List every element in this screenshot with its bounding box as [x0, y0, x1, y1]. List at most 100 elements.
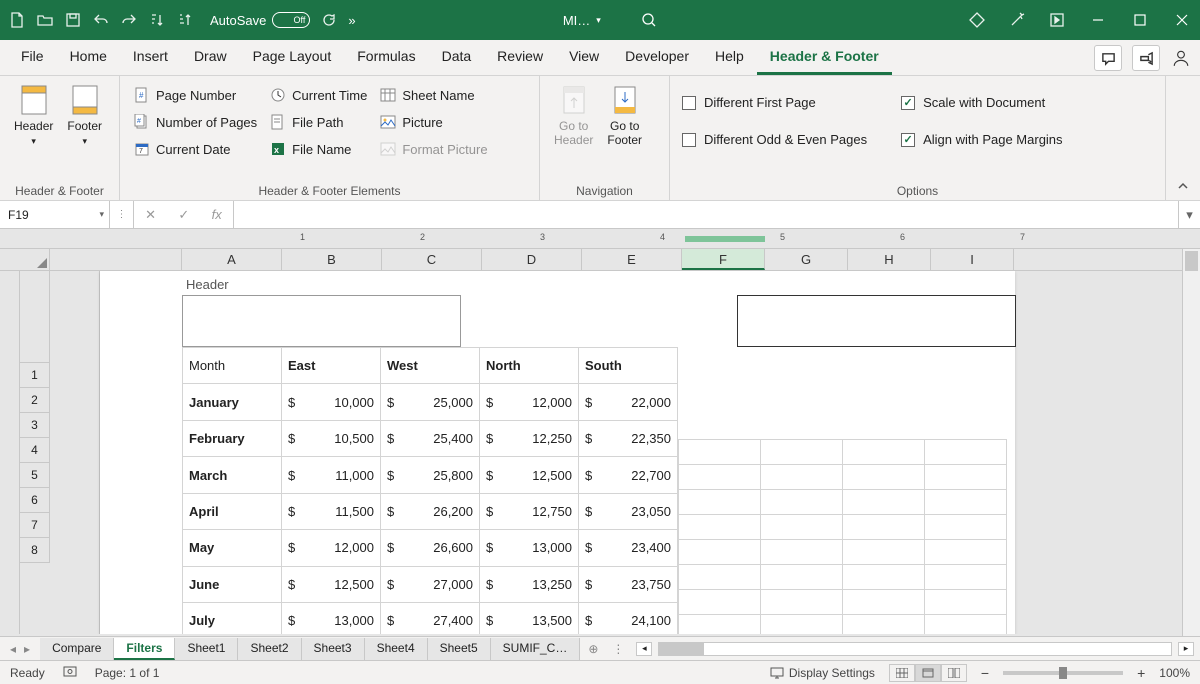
col-H[interactable]: H — [848, 249, 931, 270]
goto-footer-button[interactable]: Go to Footer — [603, 82, 646, 180]
search-box[interactable] — [641, 12, 761, 28]
tab-developer[interactable]: Developer — [612, 40, 702, 75]
comments-button[interactable] — [1094, 45, 1122, 71]
wand-icon[interactable] — [1008, 11, 1026, 29]
tab-review[interactable]: Review — [484, 40, 556, 75]
tab-help[interactable]: Help — [702, 40, 757, 75]
different-first-page-checkbox[interactable]: Different First Page — [680, 92, 869, 113]
save-icon[interactable] — [64, 11, 82, 29]
account-icon[interactable] — [1170, 45, 1192, 71]
horizontal-scrollbar[interactable] — [658, 642, 1172, 656]
header-sections[interactable] — [182, 295, 1015, 347]
number-of-pages-button[interactable]: #Number of Pages — [130, 111, 260, 133]
zoom-slider[interactable] — [1003, 671, 1123, 675]
row-1[interactable]: 1 — [20, 363, 50, 388]
col-I[interactable]: I — [931, 249, 1014, 270]
sheet-nav-next[interactable]: ▸ — [24, 642, 30, 656]
tab-home[interactable]: Home — [57, 40, 120, 75]
sheet-nav-prev[interactable]: ◂ — [10, 642, 16, 656]
header-button[interactable]: Header ▾ — [10, 82, 57, 180]
tab-file[interactable]: File — [8, 40, 57, 75]
zoom-out-button[interactable]: − — [981, 665, 989, 681]
tab-page-layout[interactable]: Page Layout — [240, 40, 345, 75]
page-break-view-button[interactable] — [941, 664, 967, 682]
col-C[interactable]: C — [382, 249, 482, 270]
autosave-toggle[interactable]: AutoSave Off — [210, 12, 310, 28]
normal-view-button[interactable] — [889, 664, 915, 682]
maximize-button[interactable] — [1130, 10, 1150, 30]
col-E[interactable]: E — [582, 249, 682, 270]
tab-data[interactable]: Data — [429, 40, 485, 75]
share-button[interactable] — [1132, 45, 1160, 71]
sort-asc-icon[interactable] — [148, 11, 166, 29]
col-A[interactable]: A — [182, 249, 282, 270]
sort-desc-icon[interactable] — [176, 11, 194, 29]
row-6[interactable]: 6 — [20, 488, 50, 513]
qat-more[interactable]: » — [348, 13, 355, 28]
expand-formula-bar[interactable]: ▾ — [1178, 201, 1200, 228]
collapse-ribbon-button[interactable] — [1166, 173, 1200, 200]
row-7[interactable]: 7 — [20, 513, 50, 538]
undo-icon[interactable] — [92, 11, 110, 29]
fx-button[interactable]: fx — [212, 207, 222, 222]
new-file-icon[interactable] — [8, 11, 26, 29]
sheet-tab-sumif[interactable]: SUMIF_C… — [491, 638, 581, 660]
sheet-tab-sheet3[interactable]: Sheet3 — [302, 638, 365, 660]
close-button[interactable] — [1172, 10, 1192, 30]
header-center-section[interactable] — [460, 295, 739, 347]
display-settings-button[interactable]: Display Settings — [770, 666, 875, 680]
tab-header-footer[interactable]: Header & Footer — [757, 40, 892, 75]
scale-with-document-checkbox[interactable]: Scale with Document — [899, 92, 1064, 113]
sheet-tab-sheet2[interactable]: Sheet2 — [238, 638, 301, 660]
header-left-section[interactable] — [182, 295, 461, 347]
tab-insert[interactable]: Insert — [120, 40, 181, 75]
sheet-tab-compare[interactable]: Compare — [40, 638, 114, 660]
page-layout-view-button[interactable] — [915, 664, 941, 682]
refresh-icon[interactable] — [320, 11, 338, 29]
page-number-button[interactable]: #Page Number — [130, 84, 260, 106]
align-page-margins-checkbox[interactable]: Align with Page Margins — [899, 129, 1064, 150]
sheet-tab-filters[interactable]: Filters — [114, 638, 175, 660]
col-D[interactable]: D — [482, 249, 582, 270]
formula-input[interactable] — [234, 201, 1178, 228]
current-date-button[interactable]: 7Current Date — [130, 138, 260, 160]
vertical-scrollbar[interactable] — [1182, 249, 1200, 636]
hscroll-right[interactable]: ▸ — [1178, 642, 1194, 656]
diamond-icon[interactable] — [968, 11, 986, 29]
row-headers[interactable]: 1 2 3 4 5 6 7 8 — [20, 271, 50, 634]
col-B[interactable]: B — [282, 249, 382, 270]
file-name-button[interactable]: xFile Name — [266, 138, 370, 160]
tab-view[interactable]: View — [556, 40, 612, 75]
column-headers[interactable]: A B C D E F G H I — [0, 249, 1200, 271]
zoom-in-button[interactable]: + — [1137, 665, 1145, 681]
name-box[interactable]: F19▾ — [0, 201, 110, 228]
sheet-tab-sheet4[interactable]: Sheet4 — [365, 638, 428, 660]
data-table[interactable]: MonthEastWestNorthSouth January$10,000$2… — [182, 347, 678, 634]
footer-button[interactable]: Footer ▾ — [63, 82, 106, 180]
sheet-tab-sheet5[interactable]: Sheet5 — [428, 638, 491, 660]
app-mode-icon[interactable] — [1048, 11, 1066, 29]
empty-cells[interactable] — [678, 347, 1007, 634]
sheet-name-button[interactable]: Sheet Name — [376, 84, 490, 106]
redo-icon[interactable] — [120, 11, 138, 29]
filename[interactable]: MI… ▾ — [563, 13, 601, 28]
select-all-corner[interactable] — [0, 249, 50, 270]
col-F[interactable]: F — [682, 249, 765, 270]
add-sheet-button[interactable]: ⊕ — [580, 642, 606, 656]
picture-button[interactable]: Picture — [376, 111, 490, 133]
row-4[interactable]: 4 — [20, 438, 50, 463]
row-8[interactable]: 8 — [20, 538, 50, 563]
different-odd-even-checkbox[interactable]: Different Odd & Even Pages — [680, 129, 869, 150]
file-path-button[interactable]: File Path — [266, 111, 370, 133]
col-G[interactable]: G — [765, 249, 848, 270]
sheet-tab-sheet1[interactable]: Sheet1 — [175, 638, 238, 660]
hscroll-left[interactable]: ◂ — [636, 642, 652, 656]
macro-record-icon[interactable] — [63, 664, 77, 681]
zoom-level[interactable]: 100% — [1159, 666, 1190, 680]
row-3[interactable]: 3 — [20, 413, 50, 438]
formula-bar-options[interactable]: ⋮ — [110, 201, 134, 228]
tab-draw[interactable]: Draw — [181, 40, 240, 75]
minimize-button[interactable] — [1088, 10, 1108, 30]
row-2[interactable]: 2 — [20, 388, 50, 413]
open-icon[interactable] — [36, 11, 54, 29]
